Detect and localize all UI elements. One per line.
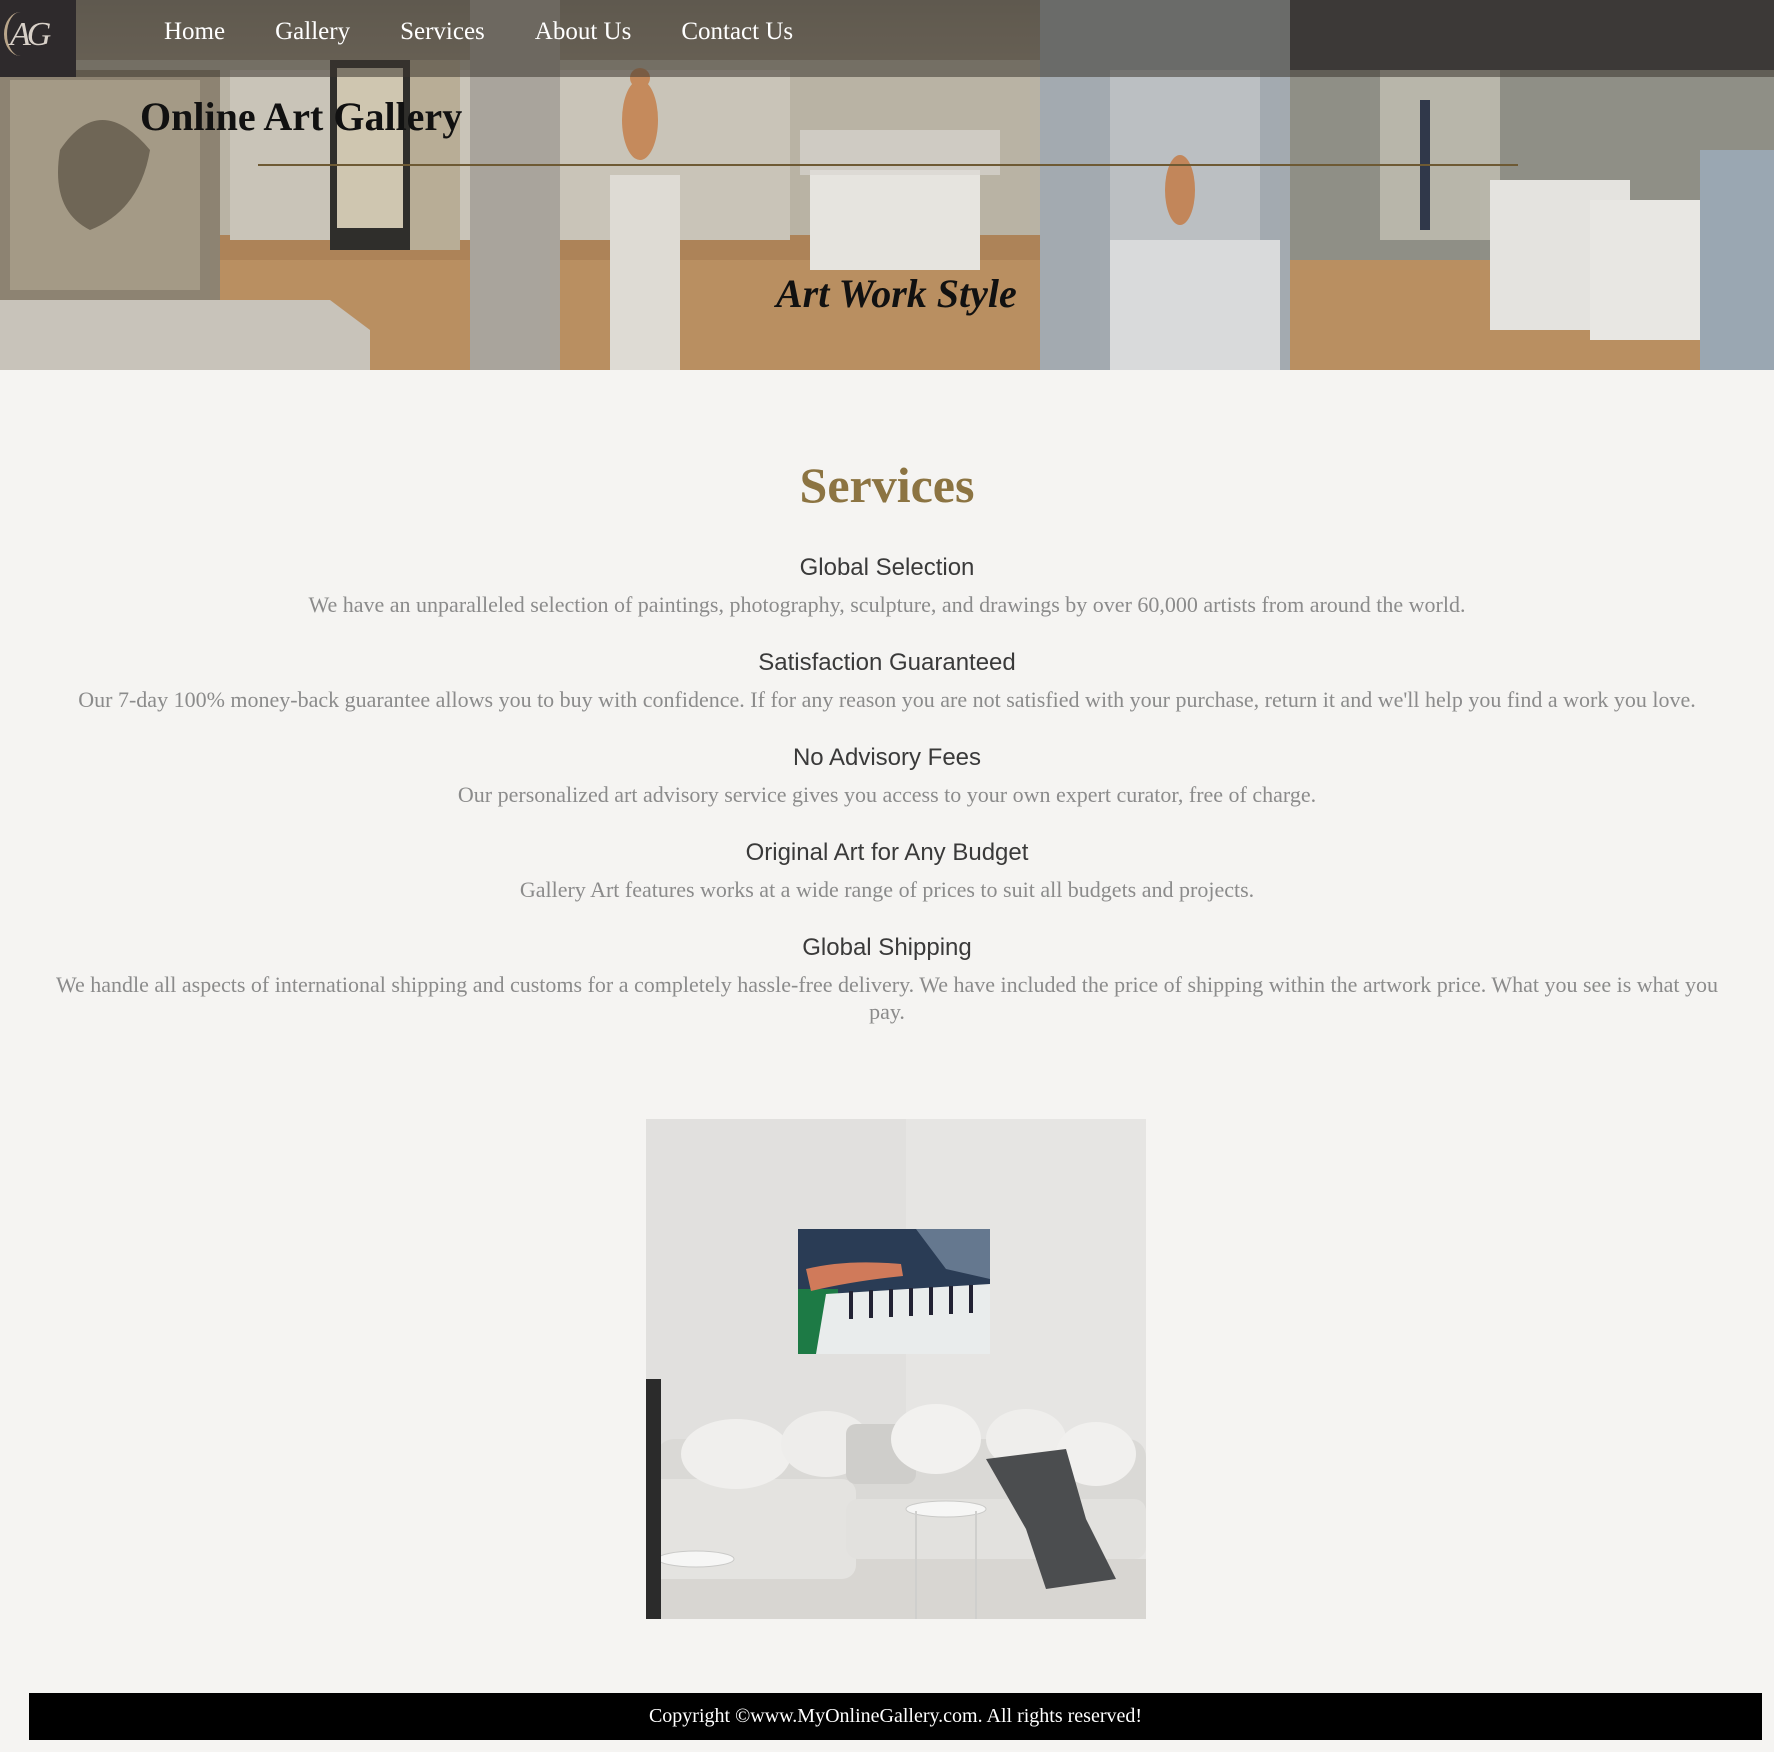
- copyright-text: Copyright ©www.MyOnlineGallery.com. All …: [648, 1705, 1143, 1727]
- hero-banner: AG Home Gallery Services About Us Contac…: [0, 0, 1774, 370]
- service-heading: Satisfaction Guaranteed: [758, 649, 1016, 676]
- nav-item-home[interactable]: Home: [164, 18, 225, 46]
- nav-item-gallery[interactable]: Gallery: [275, 18, 350, 46]
- site-title: Online Art Gallery: [140, 94, 463, 139]
- service-item: Global Shipping We handle all aspects of…: [47, 933, 1727, 1025]
- nav-item-about-us[interactable]: About Us: [535, 18, 632, 46]
- logo-text: AG: [10, 16, 51, 53]
- service-description: Our personalized art advisory service gi…: [457, 782, 1317, 807]
- service-item: No Advisory Fees Our personalized art ad…: [47, 743, 1727, 808]
- page-title: Services: [799, 457, 975, 513]
- service-description: Gallery Art features works at a wide ran…: [519, 877, 1255, 902]
- title-divider: [258, 164, 1518, 166]
- service-item: Satisfaction Guaranteed Our 7-day 100% m…: [47, 648, 1727, 713]
- nav-item-contact-us[interactable]: Contact Us: [681, 18, 793, 46]
- service-description: Our 7-day 100% money-back guarantee allo…: [78, 687, 1696, 712]
- service-item: Original Art for Any Budget Gallery Art …: [47, 838, 1727, 903]
- footer: Copyright ©www.MyOnlineGallery.com. All …: [29, 1693, 1762, 1740]
- top-nav-bar: AG Home Gallery Services About Us Contac…: [0, 0, 1774, 77]
- service-heading: Global Selection: [799, 554, 975, 581]
- service-description: We have an unparalleled selection of pai…: [308, 592, 1466, 617]
- service-item: Global Selection We have an unparalleled…: [47, 553, 1727, 618]
- service-heading: Global Shipping: [802, 934, 972, 961]
- nav-item-services[interactable]: Services: [400, 18, 485, 46]
- main-content: Services Global Selection We have an unp…: [0, 370, 1774, 1025]
- logo[interactable]: AG: [0, 0, 76, 77]
- living-room-artwork-image: [646, 1119, 1146, 1619]
- hero-tagline: Art Work Style: [776, 271, 1017, 316]
- service-description: We handle all aspects of international s…: [55, 972, 1719, 1024]
- nav-menu: Home Gallery Services About Us Contact U…: [164, 18, 843, 46]
- service-heading: Original Art for Any Budget: [745, 839, 1029, 866]
- service-heading: No Advisory Fees: [792, 744, 982, 771]
